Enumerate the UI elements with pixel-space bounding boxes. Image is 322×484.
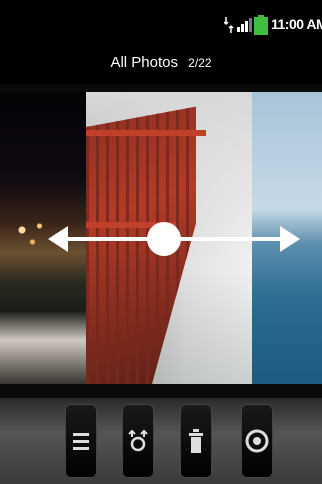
delete-icon (189, 429, 203, 453)
camera-button[interactable] (241, 404, 273, 478)
swipe-left-arrow-icon (48, 226, 68, 252)
delete-button[interactable] (180, 404, 212, 478)
bottom-toolbar (0, 398, 322, 484)
status-clock: 11:00 AM (271, 16, 322, 32)
signal-icon (237, 18, 252, 32)
sync-icon (224, 17, 234, 33)
menu-icon (73, 433, 89, 450)
share-button[interactable] (122, 404, 154, 478)
touch-point-icon (147, 222, 181, 256)
menu-button[interactable] (65, 404, 97, 478)
railing-beam (86, 130, 206, 136)
status-bar: 11:00 AM (0, 0, 322, 40)
share-icon (128, 429, 148, 452)
album-name: All Photos (110, 54, 178, 71)
swipe-right-arrow-icon (280, 226, 300, 252)
camera-icon (245, 429, 269, 453)
battery-icon (254, 15, 268, 35)
photo-counter: 2/22 (188, 56, 212, 70)
photo-carousel[interactable] (0, 84, 322, 398)
album-title: All Photos 2/22 (0, 54, 322, 71)
